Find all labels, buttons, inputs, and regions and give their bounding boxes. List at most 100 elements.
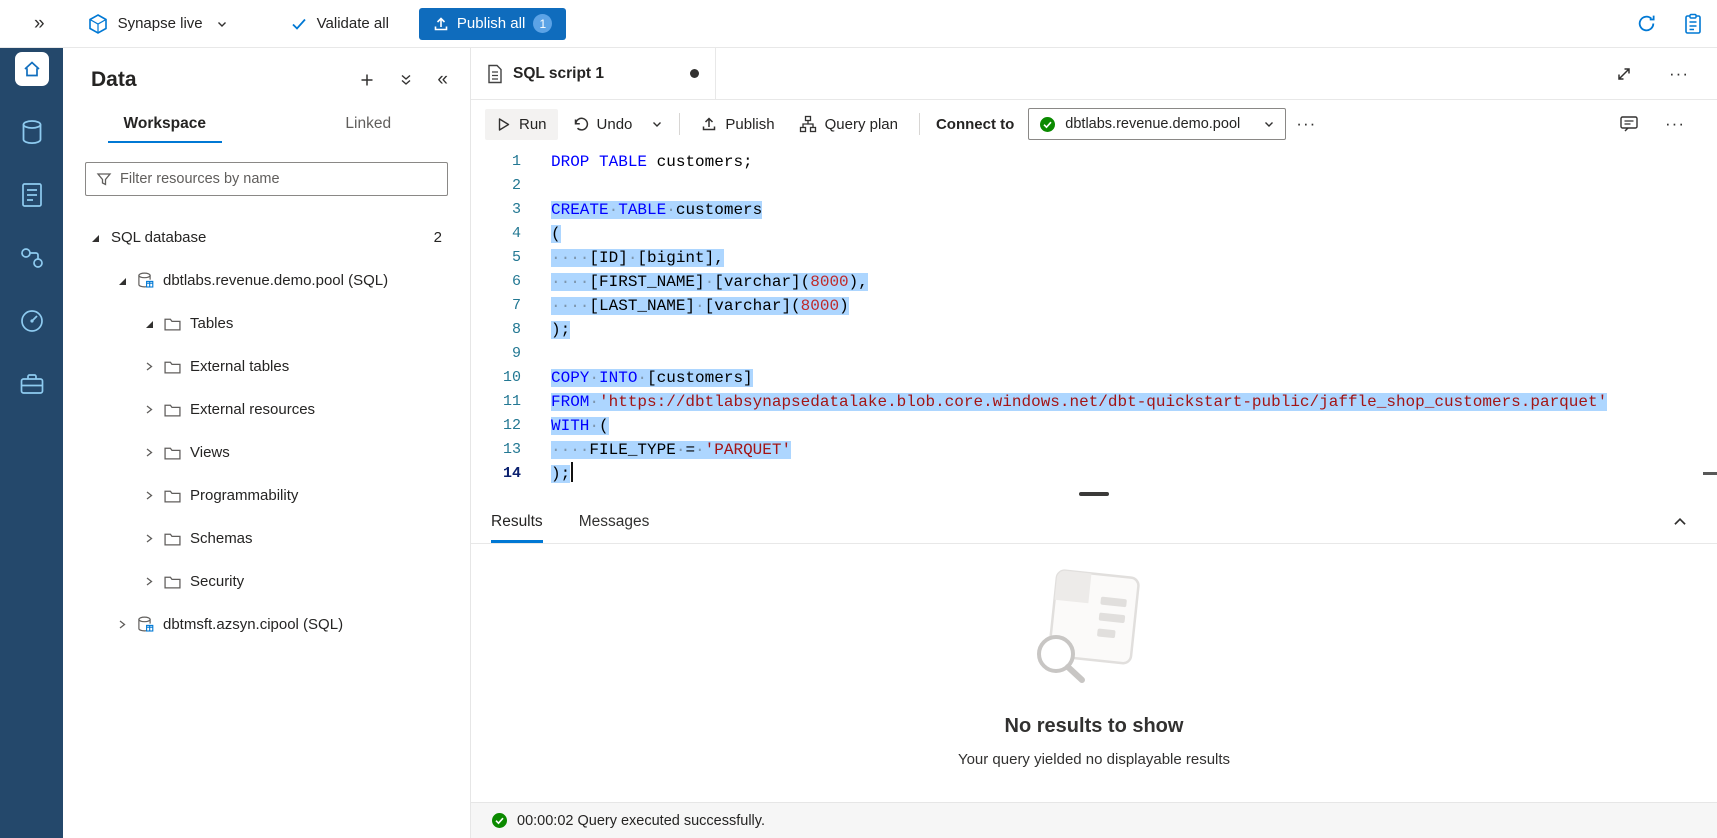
line-number: 10 [471, 366, 521, 390]
code-line-14[interactable]: 14); [471, 462, 1717, 486]
home-hub-icon[interactable] [15, 52, 49, 86]
tree-collapsed-arrow-icon[interactable] [141, 361, 157, 372]
tree-item-dbtlabs-revenue-demo-pool-sql[interactable]: dbtlabs.revenue.demo.pool (SQL) [63, 259, 470, 302]
undo-label: Undo [597, 116, 633, 133]
tree-item-external-resources[interactable]: External resources [63, 388, 470, 431]
publish-icon [701, 116, 717, 132]
expand-nav-icon[interactable]: » [34, 13, 45, 35]
tree-item-label: dbtmsft.azsyn.cipool (SQL) [163, 616, 343, 633]
refresh-icon[interactable] [1636, 13, 1657, 34]
data-hub-icon[interactable] [15, 115, 49, 149]
clipboard-icon[interactable] [1683, 13, 1703, 35]
code-line-content: ····FILE_TYPE·=·'PARQUET' [551, 438, 791, 462]
collapse-results-chevron-icon[interactable] [1671, 513, 1689, 531]
properties-icon[interactable] [1619, 114, 1639, 134]
query-plan-icon [799, 115, 817, 133]
code-lines: 1DROP TABLE customers;23CREATE·TABLE·cus… [471, 150, 1717, 486]
tab-sql-script-1[interactable]: SQL script 1 [471, 48, 716, 99]
publish-all-button[interactable]: Publish all 1 [419, 8, 566, 40]
tree-collapsed-arrow-icon[interactable] [141, 533, 157, 544]
validate-all-label: Validate all [317, 15, 389, 32]
tree-collapsed-arrow-icon[interactable] [114, 619, 130, 630]
query-status-text: 00:00:02 Query executed successfully. [517, 813, 765, 829]
hub-navigation-rail [0, 48, 63, 838]
splitter-handle-icon[interactable] [1079, 492, 1109, 496]
integrate-hub-icon[interactable] [15, 241, 49, 275]
code-line-2[interactable]: 2 [471, 174, 1717, 198]
line-number: 14 [471, 462, 521, 486]
manage-hub-icon[interactable] [15, 367, 49, 401]
code-line-8[interactable]: 8); [471, 318, 1717, 342]
tree-collapsed-arrow-icon[interactable] [141, 576, 157, 587]
code-line-9[interactable]: 9 [471, 342, 1717, 366]
connected-check-icon [1039, 116, 1056, 133]
code-line-5[interactable]: 5····[ID]·[bigint], [471, 246, 1717, 270]
connect-to-dropdown[interactable]: dbtlabs.revenue.demo.pool [1028, 108, 1286, 140]
tree-expanded-arrow-icon[interactable] [114, 276, 130, 286]
tab-more-actions-icon[interactable]: ··· [1661, 60, 1697, 88]
validate-all-button[interactable]: Validate all [290, 15, 389, 33]
tree-item-schemas[interactable]: Schemas [63, 517, 470, 560]
synapse-live-selector[interactable]: Synapse live [87, 13, 228, 35]
empty-results-subtitle: Your query yielded no displayable result… [958, 751, 1230, 768]
tree-item-external-tables[interactable]: External tables [63, 345, 470, 388]
tree-item-dbtmsft-azsyn-cipool-sql[interactable]: dbtmsft.azsyn.cipool (SQL) [63, 603, 470, 646]
tree-item-programmability[interactable]: Programmability [63, 474, 470, 517]
tree-item-tables[interactable]: Tables [63, 302, 470, 345]
tree-item-sql-database[interactable]: SQL database2 [63, 216, 470, 259]
code-line-6[interactable]: 6····[FIRST_NAME]·[varchar](8000), [471, 270, 1717, 294]
publish-count-badge: 1 [533, 14, 552, 33]
monitor-hub-icon[interactable] [15, 304, 49, 338]
code-line-4[interactable]: 4( [471, 222, 1717, 246]
tree-expanded-arrow-icon[interactable] [141, 319, 157, 329]
undo-button[interactable]: Undo [560, 108, 644, 140]
line-number: 2 [471, 174, 521, 198]
undo-icon [571, 115, 589, 133]
tree-expanded-arrow-icon[interactable] [87, 233, 103, 243]
collapse-panel-icon[interactable]: « [437, 69, 448, 91]
filter-resources-box[interactable] [85, 162, 448, 196]
tab-results[interactable]: Results [491, 500, 543, 543]
code-editor[interactable]: 1DROP TABLE customers;23CREATE·TABLE·cus… [471, 148, 1717, 488]
text-cursor [571, 462, 573, 482]
code-line-13[interactable]: 13····FILE_TYPE·=·'PARQUET' [471, 438, 1717, 462]
overview-ruler-cursor-mark [1703, 472, 1717, 475]
tab-workspace[interactable]: Workspace [63, 102, 267, 146]
code-line-7[interactable]: 7····[LAST_NAME]·[varchar](8000) [471, 294, 1717, 318]
tree-item-label: External tables [190, 358, 289, 375]
query-plan-button[interactable]: Query plan [788, 108, 909, 140]
folder-icon [164, 575, 181, 589]
code-line-10[interactable]: 10COPY·INTO·[customers] [471, 366, 1717, 390]
results-splitter[interactable] [471, 488, 1717, 500]
line-number: 6 [471, 270, 521, 294]
tree-item-views[interactable]: Views [63, 431, 470, 474]
code-line-11[interactable]: 11FROM·'https://dbtlabsynapsedatalake.bl… [471, 390, 1717, 414]
tab-messages[interactable]: Messages [579, 500, 650, 543]
pane-more-actions-icon[interactable]: ··· [1657, 110, 1693, 138]
line-number: 12 [471, 414, 521, 438]
tree-collapsed-arrow-icon[interactable] [141, 404, 157, 415]
add-resource-icon[interactable] [359, 72, 375, 88]
code-line-1[interactable]: 1DROP TABLE customers; [471, 150, 1717, 174]
undo-dropdown-chevron-icon[interactable] [645, 111, 669, 137]
filter-resources-input[interactable] [120, 171, 437, 187]
query-status-bar: 00:00:02 Query executed successfully. [471, 802, 1717, 838]
line-number: 4 [471, 222, 521, 246]
double-chevron-down-icon[interactable] [399, 73, 413, 87]
code-line-12[interactable]: 12WITH·( [471, 414, 1717, 438]
chevron-down-icon [1263, 118, 1275, 130]
tree-item-security[interactable]: Security [63, 560, 470, 603]
toolbar-more-actions-icon[interactable]: ··· [1288, 110, 1324, 138]
publish-button[interactable]: Publish [690, 109, 785, 140]
unsaved-changes-dot [690, 69, 699, 78]
code-line-3[interactable]: 3CREATE·TABLE·customers [471, 198, 1717, 222]
tree-collapsed-arrow-icon[interactable] [141, 490, 157, 501]
toolbar-separator [919, 113, 920, 135]
line-number: 7 [471, 294, 521, 318]
tab-linked[interactable]: Linked [267, 102, 471, 146]
expand-editor-icon[interactable] [1615, 65, 1633, 83]
develop-hub-icon[interactable] [15, 178, 49, 212]
tree-collapsed-arrow-icon[interactable] [141, 447, 157, 458]
line-number: 8 [471, 318, 521, 342]
run-button[interactable]: Run [485, 109, 558, 140]
